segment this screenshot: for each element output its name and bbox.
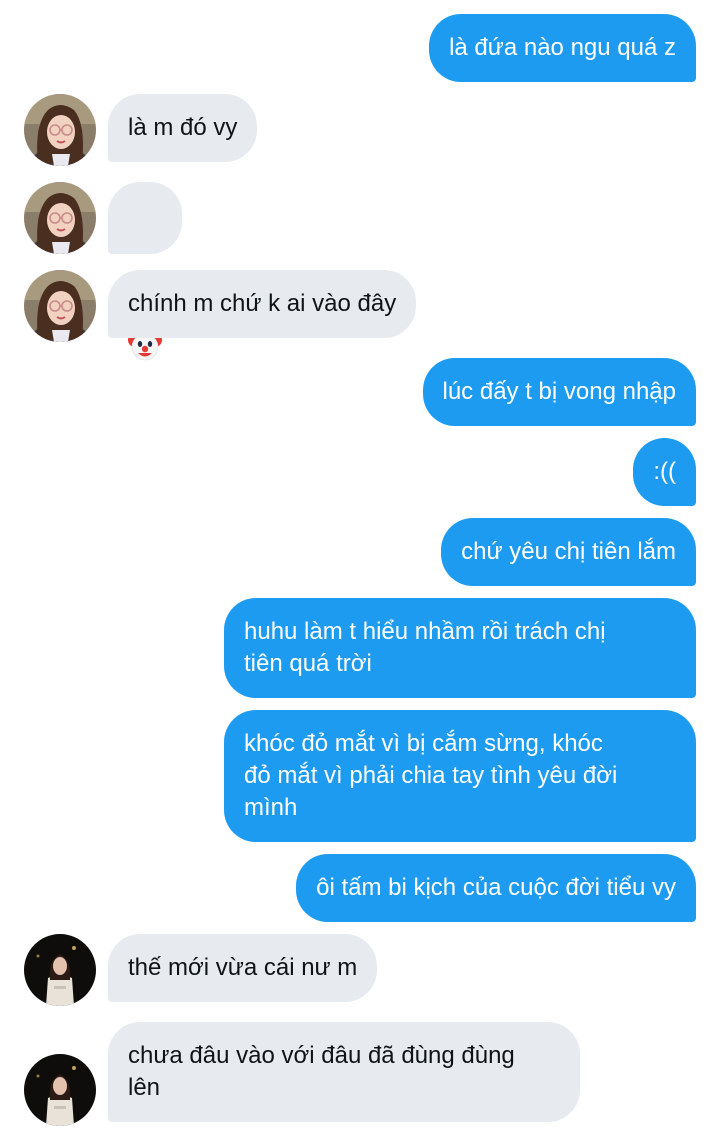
avatar[interactable] <box>24 934 96 1006</box>
girl-glasses-avatar-image <box>24 182 96 254</box>
message-bubble-outgoing[interactable]: chứ yêu chị tiên lắm <box>441 518 696 586</box>
girl-glasses-avatar-image <box>24 94 96 166</box>
message-bubble-incoming[interactable] <box>108 182 182 361</box>
message-bubble-outgoing[interactable]: :(( <box>633 438 696 506</box>
message-bubble-incoming[interactable]: chính m chứ k ai vào đây <box>108 270 417 338</box>
message-bubble-outgoing[interactable]: ôi tấm bi kịch của cuộc đời tiểu vy <box>296 854 696 922</box>
girl-night-avatar-image <box>24 1054 96 1126</box>
avatar[interactable] <box>24 182 96 254</box>
message-bubble-outgoing[interactable]: khóc đỏ mắt vì bị cắm sừng, khóc đỏ mắt … <box>224 710 696 842</box>
avatar[interactable] <box>24 1054 96 1126</box>
message-bubble-outgoing[interactable]: lúc đấy t bị vong nhập <box>422 358 696 426</box>
avatar[interactable] <box>24 94 96 166</box>
message-bubble-incoming[interactable]: là m đó vy <box>108 94 258 162</box>
message-bubble-incoming[interactable]: thế mới vừa cái nư m <box>108 934 378 1002</box>
message-bubble-incoming[interactable]: chưa đâu vào với đâu đã đùng đùng lên <box>108 1022 580 1122</box>
message-bubble-outgoing[interactable]: là đứa nào ngu quá z <box>429 14 696 82</box>
message-bubble-outgoing[interactable]: huhu làm t hiểu nhầm rồi trách chị tiên … <box>224 598 696 698</box>
girl-night-avatar-image <box>24 934 96 1006</box>
avatar[interactable] <box>24 270 96 342</box>
girl-glasses-avatar-image <box>24 270 96 342</box>
conversation-thread[interactable]: là đứa nào ngu quá z là m đó vy chính m … <box>0 0 719 1138</box>
